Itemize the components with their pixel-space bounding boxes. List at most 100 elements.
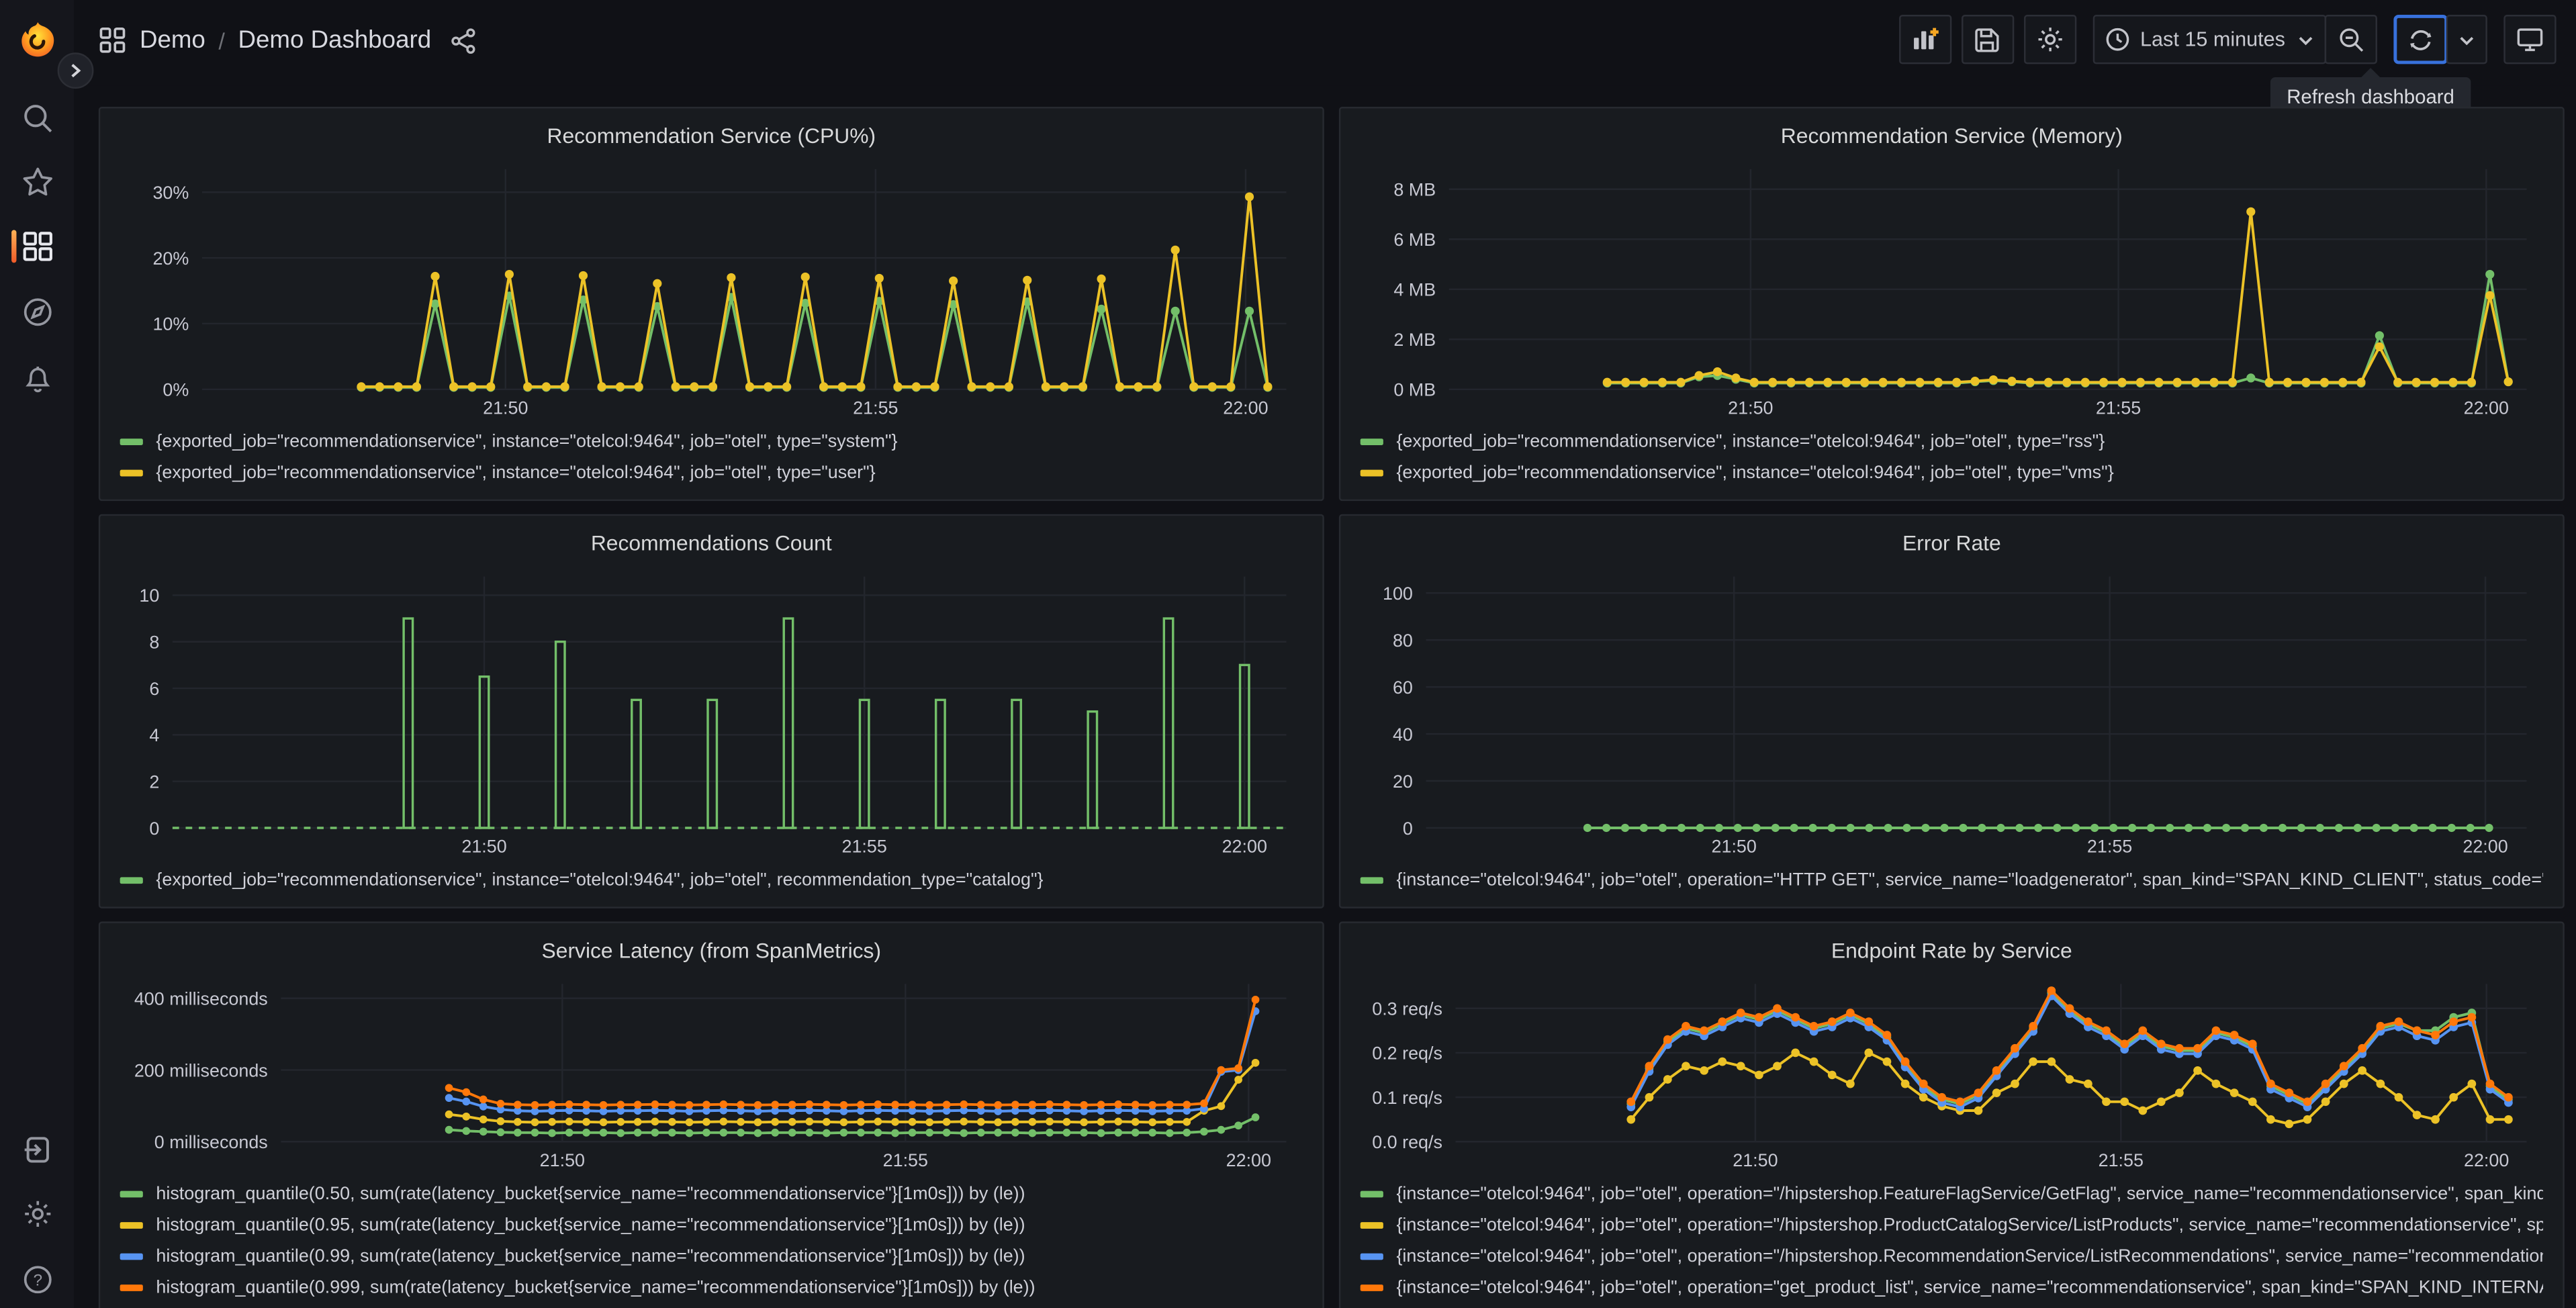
sidebar-item-search[interactable] [0, 91, 74, 146]
svg-text:22:00: 22:00 [2464, 1150, 2509, 1170]
legend-item[interactable]: histogram_quantile(0.999, sum(rate(laten… [120, 1272, 1303, 1303]
sidebar-item-starred[interactable] [0, 154, 74, 210]
sidebar-item-help[interactable]: ? [0, 1252, 74, 1307]
zoom-out-icon [2339, 28, 2362, 51]
grafana-app: Demo / Demo Dashboard Last 15 minutes Re… [0, 0, 2576, 1308]
svg-text:21:50: 21:50 [540, 1150, 585, 1170]
svg-text:21:50: 21:50 [1728, 398, 1773, 418]
svg-text:0: 0 [1403, 819, 1413, 839]
sidebar-item-configuration[interactable] [0, 1186, 74, 1242]
legend-label: {instance="otelcol:9464", job="otel", op… [1396, 1183, 2543, 1203]
legend-swatch [1360, 437, 1383, 445]
share-icon[interactable] [451, 27, 477, 53]
refresh-interval-dropdown[interactable] [2446, 15, 2487, 64]
save-dashboard-button[interactable] [1961, 15, 2014, 64]
sidebar-item-sign-in[interactable] [0, 1122, 74, 1178]
time-range-picker[interactable]: Last 15 minutes [2092, 15, 2327, 64]
legend-item[interactable]: {instance="otelcol:9464", job="otel", op… [1360, 1272, 2543, 1303]
svg-text:21:55: 21:55 [841, 837, 886, 857]
legend-swatch [1360, 1252, 1383, 1260]
legend-item[interactable]: {exported_job="recommendationservice", i… [1360, 457, 2543, 487]
sign-in-icon [24, 1137, 48, 1163]
bar-chart[interactable]: 21:50 21:55 22:00 0 2 4 6 8 10 [120, 560, 1303, 861]
legend-item[interactable]: {exported_job="recommendationservice", i… [1360, 426, 2543, 457]
svg-text:22:00: 22:00 [1226, 1150, 1271, 1170]
panel-title-menu[interactable]: Recommendation Service (Memory) [1361, 117, 2543, 153]
time-range-label: Last 15 minutes [2140, 28, 2285, 51]
bell-icon [24, 367, 50, 393]
legend-item[interactable]: histogram_quantile(0.99, sum(rate(latenc… [120, 1240, 1303, 1271]
gear-icon [24, 1201, 50, 1227]
time-series-chart[interactable]: 21:50 21:55 22:00 0 milliseconds 200 millise… [120, 968, 1303, 1174]
svg-text:21:55: 21:55 [2087, 837, 2132, 857]
breadcrumb-separator: / [218, 27, 225, 54]
time-series-chart[interactable]: 21:50 21:55 22:00 0% 10% 20% 30% [120, 153, 1303, 422]
panel-title: Endpoint Rate by Service [1831, 937, 2072, 962]
dashboard-settings-button[interactable] [2023, 15, 2076, 64]
svg-text:21:55: 21:55 [2099, 1150, 2144, 1170]
legend-item[interactable]: {exported_job="recommendationservice", i… [120, 864, 1303, 895]
zoom-out-button[interactable] [2324, 15, 2377, 64]
svg-text:100: 100 [1383, 583, 1413, 604]
time-series-chart[interactable]: 21:50 21:55 22:00 0 20 40 60 80 100 [1361, 560, 2543, 861]
svg-text:21:55: 21:55 [883, 1150, 928, 1170]
panel-title-menu[interactable]: Recommendation Service (CPU%) [120, 117, 1303, 153]
sidebar-item-explore[interactable] [0, 284, 74, 340]
cycle-view-mode-button[interactable] [2503, 15, 2557, 64]
legend-swatch [120, 1283, 143, 1291]
svg-text:6: 6 [149, 679, 159, 699]
panel-error-rate: Error Rate 21:50 21:55 22:00 0 20 40 60 80 100 {… [1338, 514, 2565, 908]
svg-text:10%: 10% [152, 314, 189, 334]
legend-swatch [120, 876, 143, 883]
panel-title-menu[interactable]: Error Rate [1361, 524, 2543, 560]
panel-legend: {instance="otelcol:9464", job="otel", op… [1360, 861, 2543, 895]
legend-item[interactable]: histogram_quantile(0.50, sum(rate(latenc… [120, 1178, 1303, 1209]
breadcrumb-page[interactable]: Demo Dashboard [238, 26, 431, 54]
compass-icon [23, 298, 51, 326]
legend-item[interactable]: {instance="otelcol:9464", job="otel", op… [1360, 1178, 2543, 1209]
svg-text:21:55: 21:55 [853, 398, 898, 418]
legend-item[interactable]: {instance="otelcol:9464", job="otel", op… [1360, 1240, 2543, 1271]
legend-item[interactable]: {exported_job="recommendationservice", i… [120, 457, 1303, 487]
panel-title: Service Latency (from SpanMetrics) [541, 937, 882, 962]
svg-text:6 MB: 6 MB [1393, 230, 1436, 250]
legend-label: histogram_quantile(0.50, sum(rate(latenc… [156, 1183, 1025, 1203]
panel-title-menu[interactable]: Endpoint Rate by Service [1361, 931, 2543, 968]
refresh-button[interactable] [2393, 15, 2448, 64]
chevron-down-icon [2299, 36, 2313, 45]
time-series-chart[interactable]: 21:50 21:55 22:00 0.0 req/s 0.1 req/s 0.2 req… [1361, 968, 2543, 1174]
panel-title-menu[interactable]: Service Latency (from SpanMetrics) [120, 931, 1303, 968]
svg-text:22:00: 22:00 [2463, 837, 2508, 857]
panel-service-latency: Service Latency (from SpanMetrics) 21:50… [98, 921, 1324, 1308]
svg-text:0.0 req/s: 0.0 req/s [1372, 1132, 1442, 1152]
legend-item[interactable]: {instance="otelcol:9464", job="otel", op… [1360, 864, 2543, 895]
panel-title: Recommendation Service (Memory) [1780, 122, 2123, 147]
panel-title: Recommendations Count [590, 529, 832, 555]
legend-item[interactable]: {instance="otelcol:9464", job="otel", op… [1360, 1209, 2543, 1240]
svg-text:8 MB: 8 MB [1393, 180, 1436, 200]
sidebar-expand-button[interactable] [57, 52, 94, 89]
legend-label: {exported_job="recommendationservice", i… [1396, 431, 2105, 451]
svg-text:0 milliseconds: 0 milliseconds [154, 1132, 268, 1152]
add-panel-button[interactable] [1898, 15, 1951, 64]
panel-title-menu[interactable]: Recommendations Count [120, 524, 1303, 560]
legend-label: {instance="otelcol:9464", job="otel", op… [1396, 1215, 2543, 1235]
svg-text:4 MB: 4 MB [1393, 280, 1436, 300]
star-icon [22, 167, 52, 196]
svg-text:2: 2 [149, 772, 159, 792]
panel-legend: {exported_job="recommendationservice", i… [120, 422, 1303, 488]
svg-text:0.1 req/s: 0.1 req/s [1372, 1088, 1442, 1108]
legend-swatch [120, 1252, 143, 1260]
sidebar-item-alerting[interactable] [0, 350, 74, 406]
legend-item[interactable]: {exported_job="recommendationservice", i… [120, 426, 1303, 457]
svg-text:0 MB: 0 MB [1393, 380, 1436, 400]
legend-item[interactable]: histogram_quantile(0.95, sum(rate(latenc… [120, 1209, 1303, 1240]
dashboard-toolbar: Last 15 minutes [1898, 15, 2557, 64]
svg-text:2 MB: 2 MB [1393, 330, 1436, 350]
svg-text:0.2 req/s: 0.2 req/s [1372, 1043, 1442, 1064]
sidebar-item-dashboards[interactable] [0, 218, 74, 274]
clock-icon [2105, 28, 2129, 51]
time-series-chart[interactable]: 21:50 21:55 22:00 0 MB 2 MB 4 MB 6 MB 8 MB [1361, 153, 2543, 422]
breadcrumb: Demo / Demo Dashboard [99, 26, 477, 54]
breadcrumb-section[interactable]: Demo [140, 26, 205, 54]
